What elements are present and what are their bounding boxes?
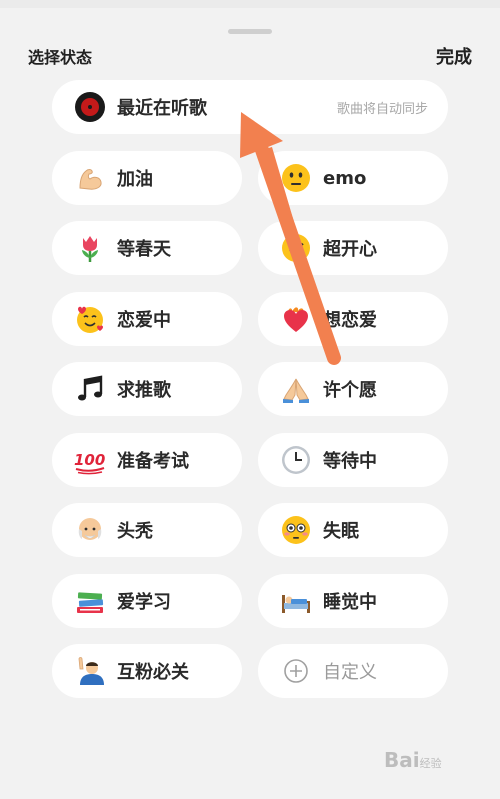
status-item-emo[interactable]: emo [258, 151, 448, 205]
status-item-love-study[interactable]: 爱学习 [52, 574, 242, 628]
bald-man-icon [74, 514, 106, 546]
person-in-bed-icon [280, 585, 312, 617]
status-item-bald[interactable]: 头秃 [52, 503, 242, 557]
heart-on-fire-icon [280, 303, 312, 335]
plus-circle-icon [280, 655, 312, 687]
svg-text:100: 100 [74, 451, 105, 469]
status-item-waiting-spring[interactable]: 等春天 [52, 221, 242, 275]
top-strip [0, 0, 500, 8]
status-item-in-love[interactable]: 恋爱中 [52, 292, 242, 346]
flexed-biceps-icon [74, 162, 106, 194]
status-item-recommend-song[interactable]: 求推歌 [52, 362, 242, 416]
record-icon [74, 91, 106, 123]
status-label: 自定义 [323, 662, 377, 683]
neutral-face-icon [280, 162, 312, 194]
status-item-super-happy[interactable]: 超开心 [258, 221, 448, 275]
status-label: 加油 [117, 169, 153, 190]
status-label: 想恋爱 [323, 310, 377, 331]
books-icon [74, 585, 106, 617]
page-title: 选择状态 [28, 48, 93, 67]
person-raising-hand-icon [74, 655, 106, 687]
status-item-exam-prep[interactable]: 100 准备考试 [52, 433, 242, 487]
status-label: 准备考试 [117, 451, 189, 472]
grinning-face-icon [280, 232, 312, 264]
status-label: 等待中 [323, 451, 377, 472]
status-label: emo [323, 167, 367, 189]
status-listening-music[interactable]: 最近在听歌 歌曲将自动同步 [52, 80, 448, 134]
clock-icon [280, 444, 312, 476]
status-label: 互粉必关 [117, 662, 189, 683]
done-button[interactable]: 完成 [436, 43, 472, 69]
status-label: 爱学习 [117, 592, 171, 613]
watermark: Bai经验 [384, 748, 442, 772]
sheet-drag-handle[interactable] [228, 29, 272, 34]
status-label: 超开心 [323, 239, 377, 260]
hundred-points-icon: 100 [74, 444, 106, 476]
tulip-icon [74, 232, 106, 264]
music-notes-icon [74, 373, 106, 405]
status-label: 求推歌 [117, 380, 171, 401]
flushed-face-icon [280, 514, 312, 546]
status-item-mutual-follow[interactable]: 互粉必关 [52, 644, 242, 698]
status-item-want-love[interactable]: 想恋爱 [258, 292, 448, 346]
status-item-custom[interactable]: 自定义 [258, 644, 448, 698]
status-label: 许个愿 [323, 380, 377, 401]
status-item-make-wish[interactable]: 许个愿 [258, 362, 448, 416]
status-label: 等春天 [117, 239, 171, 260]
status-item-sleeping[interactable]: 睡觉中 [258, 574, 448, 628]
smiling-face-with-hearts-icon [74, 303, 106, 335]
status-item-insomnia[interactable]: 失眠 [258, 503, 448, 557]
status-label: 最近在听歌 [117, 98, 207, 119]
status-label: 头秃 [117, 521, 153, 542]
status-label: 睡觉中 [323, 592, 377, 613]
status-label: 恋爱中 [117, 310, 171, 331]
status-label: 失眠 [323, 521, 359, 542]
folded-hands-icon [280, 373, 312, 405]
status-item-waiting[interactable]: 等待中 [258, 433, 448, 487]
status-item-cheer[interactable]: 加油 [52, 151, 242, 205]
auto-sync-hint: 歌曲将自动同步 [336, 101, 428, 117]
